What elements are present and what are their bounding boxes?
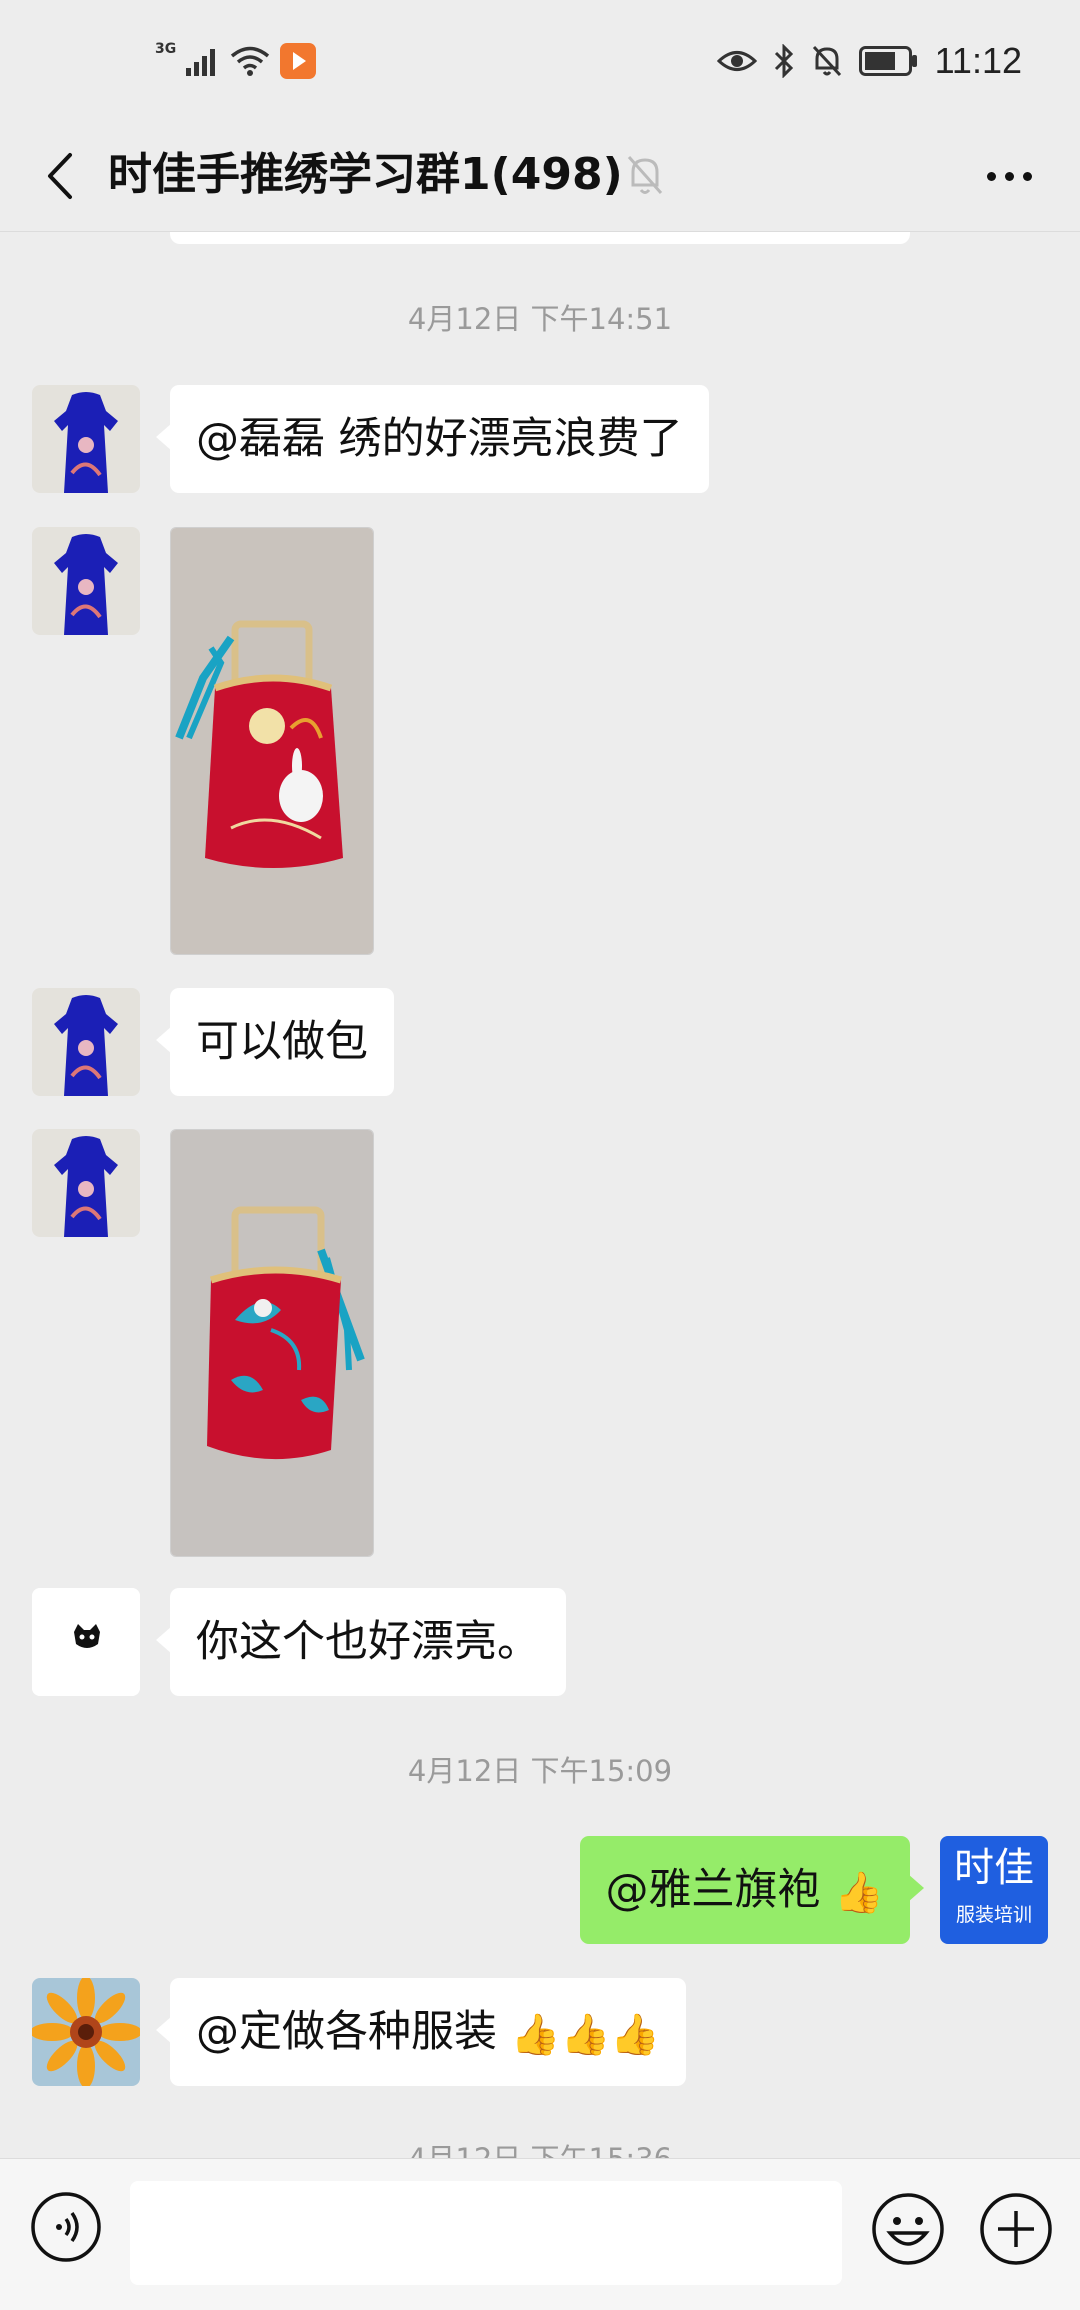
chat-title: 时佳手推绣学习群1(498) xyxy=(108,149,623,200)
my-avatar[interactable]: 时佳 服装培训 xyxy=(940,1836,1048,1944)
more-icon-dot xyxy=(1004,171,1014,181)
previous-message-bubble[interactable] xyxy=(170,232,910,244)
thumbs-up-emoji: 👍👍👍 xyxy=(510,2011,661,2058)
qipao-avatar-image xyxy=(32,527,140,635)
cat-face-icon xyxy=(32,1588,140,1696)
message-bubble[interactable]: 可以做包 xyxy=(156,988,394,1096)
message-text: @雅兰旗袍 xyxy=(605,1865,835,1915)
timestamp: 4月12日 下午15:36 xyxy=(0,2136,1080,2158)
wifi-icon xyxy=(231,46,270,76)
bell-off-icon xyxy=(627,156,663,194)
flower-bag-photo xyxy=(171,1130,373,1556)
back-button[interactable] xyxy=(30,146,90,206)
timestamp: 4月12日 下午15:09 xyxy=(407,1754,673,1788)
chevron-left-icon xyxy=(48,153,72,199)
more-icon-dot xyxy=(986,171,996,181)
avatar-qipao[interactable] xyxy=(32,385,140,493)
avatar-qipao[interactable] xyxy=(32,1129,140,1237)
qipao-avatar-image xyxy=(32,1129,140,1237)
clock: 11:12 xyxy=(934,40,1022,81)
bluetooth-icon xyxy=(774,44,793,78)
outgoing-message-bubble[interactable]: @雅兰旗袍 👍 xyxy=(579,1836,925,1944)
avatar-cat[interactable] xyxy=(32,1588,140,1696)
emoji-icon[interactable] xyxy=(870,2191,946,2267)
signal-icon xyxy=(186,49,216,76)
avatar-qipao[interactable] xyxy=(32,988,140,1096)
avatar-title-text: 时佳 xyxy=(954,1845,1034,1891)
message-input[interactable] xyxy=(130,2181,842,2285)
timestamp: 4月12日 下午14:51 xyxy=(407,302,673,336)
more-icon-dot xyxy=(1022,171,1032,181)
avatar-subtitle-text: 服装培训 xyxy=(955,1904,1032,1926)
more-button[interactable] xyxy=(974,146,1044,206)
message-text: @磊磊 绣的好漂亮浪费了 xyxy=(196,414,683,464)
status-left: 3G xyxy=(155,40,317,82)
qipao-avatar-image xyxy=(32,385,140,493)
rabbit-bag-photo xyxy=(171,528,373,954)
status-bar: 3G 11:12 xyxy=(0,0,1080,120)
network-type-label: 3G xyxy=(155,41,177,57)
input-bar xyxy=(0,2158,1080,2310)
message-bubble[interactable]: @定做各种服装 👍👍👍 xyxy=(155,1978,687,2086)
qipao-avatar-image xyxy=(32,988,140,1096)
message-text: @定做各种服装 xyxy=(196,2007,511,2057)
sunflower-avatar-image xyxy=(32,1978,140,2086)
eye-icon xyxy=(716,51,757,71)
battery-icon xyxy=(858,46,917,76)
thumbs-up-emoji: 👍 xyxy=(834,1869,884,1916)
voice-icon[interactable] xyxy=(30,2191,102,2263)
message-text: 你这个也好漂亮。 xyxy=(196,1617,540,1667)
avatar-flower[interactable] xyxy=(32,1978,140,2086)
avatar-qipao[interactable] xyxy=(32,527,140,635)
message-bubble[interactable]: 你这个也好漂亮。 xyxy=(156,1588,566,1696)
silent-bell-icon xyxy=(812,45,841,77)
message-list[interactable]: 4月12日 下午14:51 @磊磊 绣的好漂亮浪费了 可以做包 你这个也好漂亮。… xyxy=(0,232,1080,2158)
image-message-rabbit-bag[interactable] xyxy=(170,527,374,955)
chat-header: 时佳手推绣学习群1(498) xyxy=(0,120,1080,232)
message-text: 可以做包 xyxy=(196,1017,368,1067)
status-right: 11:12 xyxy=(716,38,1022,84)
message-bubble[interactable]: @磊磊 绣的好漂亮浪费了 xyxy=(156,385,709,493)
image-message-flower-bag[interactable] xyxy=(170,1129,374,1557)
video-app-icon xyxy=(280,43,317,79)
plus-icon[interactable] xyxy=(978,2191,1054,2267)
